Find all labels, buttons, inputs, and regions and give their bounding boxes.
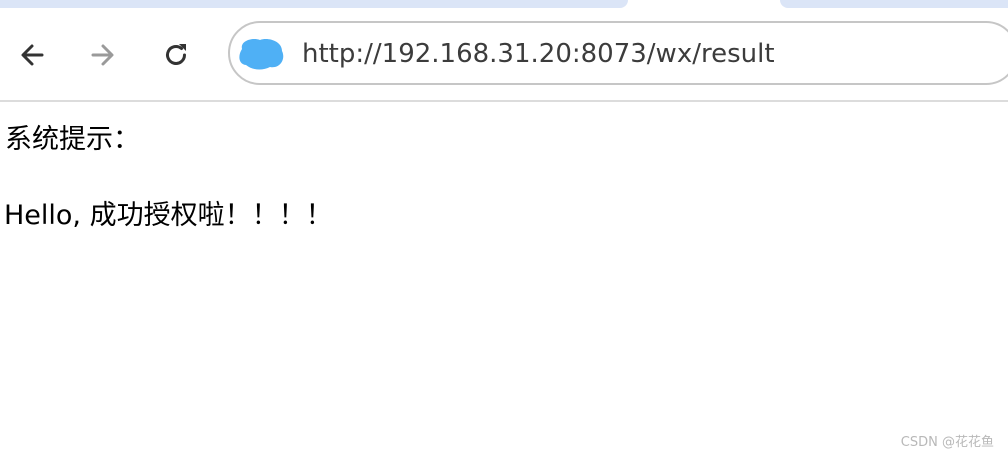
tab-inactive-left[interactable] xyxy=(0,0,628,8)
site-info-icon[interactable] xyxy=(236,37,286,71)
system-prompt-heading: 系统提示： xyxy=(5,124,140,155)
arrow-left-icon xyxy=(21,44,44,66)
forward-button[interactable] xyxy=(86,38,120,72)
success-message: Hello, 成功授权啦！！！！ xyxy=(4,200,333,231)
arrow-right-icon xyxy=(91,44,114,66)
back-button[interactable] xyxy=(15,38,49,72)
tab-inactive-right[interactable] xyxy=(780,0,1008,8)
tab-strip xyxy=(0,0,1008,8)
reload-button[interactable] xyxy=(159,38,193,72)
browser-toolbar: http://192.168.31.20:8073/wx/result xyxy=(0,8,1008,102)
watermark: CSDN @花花鱼 xyxy=(900,435,994,450)
url-text[interactable]: http://192.168.31.20:8073/wx/result xyxy=(302,37,775,71)
address-bar[interactable]: http://192.168.31.20:8073/wx/result xyxy=(228,21,1008,85)
reload-icon xyxy=(166,44,186,65)
page-content: 系统提示： Hello, 成功授权啦！！！！ xyxy=(0,102,1008,458)
